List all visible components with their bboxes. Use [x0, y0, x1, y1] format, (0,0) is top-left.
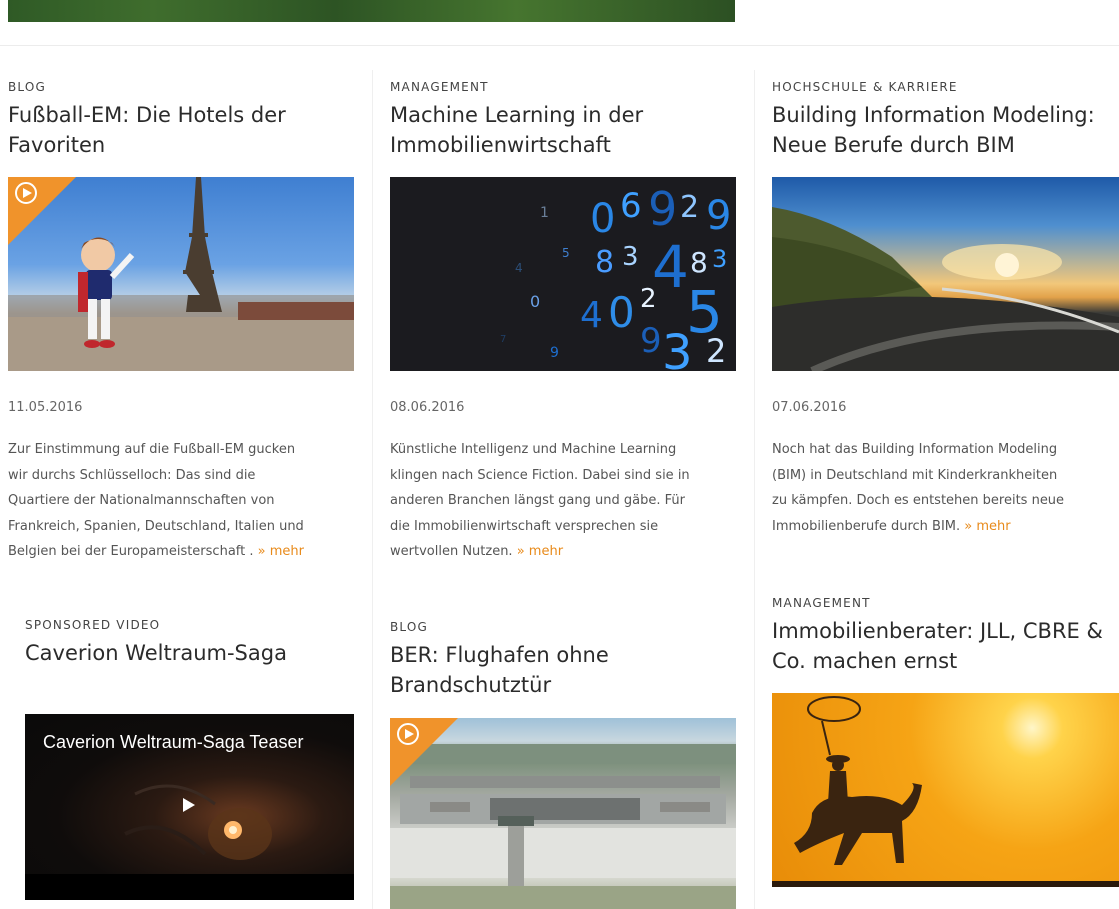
svg-text:4: 4: [652, 233, 689, 301]
cowboy-sunset-image[interactable]: [772, 693, 1119, 887]
article-title-line[interactable]: Brandschutztür: [390, 670, 740, 700]
article-category[interactable]: BLOG: [390, 620, 740, 634]
svg-text:4: 4: [515, 261, 523, 275]
article-title-line[interactable]: Immobilienwirtschaft: [390, 130, 740, 160]
svg-text:9: 9: [648, 182, 677, 236]
road-sunset-image[interactable]: [772, 177, 1119, 371]
video-badge-icon: [390, 718, 458, 786]
svg-text:0: 0: [530, 292, 540, 311]
read-more-link[interactable]: » mehr: [964, 519, 1010, 534]
article-title-line[interactable]: Fußball-EM: Die Hotels der: [8, 100, 358, 130]
section-divider: [0, 45, 1119, 46]
article-title[interactable]: BER: Flughafen ohne Brandschutztür: [390, 640, 740, 700]
svg-text:9: 9: [706, 193, 731, 239]
video-player[interactable]: Caverion Weltraum-Saga Teaser: [25, 714, 354, 900]
svg-text:5: 5: [562, 246, 570, 260]
svg-text:3: 3: [712, 245, 727, 273]
excerpt-line: Noch hat das Building Information Modeli…: [772, 442, 1058, 457]
article-title-line[interactable]: Neue Berufe durch BIM: [772, 130, 1119, 160]
article-title-line[interactable]: BER: Flughafen ohne: [390, 640, 740, 670]
video-title[interactable]: Caverion Weltraum-Saga Teaser: [43, 732, 303, 753]
article-date: 11.05.2016: [8, 400, 83, 415]
article-excerpt: Noch hat das Building Information Modeli…: [772, 437, 1119, 539]
svg-text:9: 9: [640, 321, 662, 361]
svg-text:0: 0: [608, 288, 635, 337]
excerpt-line: Zur Einstimmung auf die Fußball-EM gucke…: [8, 442, 296, 457]
play-icon[interactable]: [183, 798, 195, 812]
video-badge-icon: [8, 177, 76, 245]
digital-numbers-image[interactable]: 0 6 9 2 9 8 3 4 8 3 4 0 2 5 9 3 2 1 5 0 …: [390, 177, 736, 371]
excerpt-line: anderen Branchen längst gang und gäbe. F…: [390, 493, 685, 508]
excerpt-line: Quartiere der Nationalmannschaften von: [8, 493, 275, 508]
article-title-line[interactable]: Favoriten: [8, 130, 358, 160]
article-title-line[interactable]: Co. machen ernst: [772, 646, 1119, 676]
article-card[interactable]: BLOG Fußball-EM: Die Hotels der Favorite…: [8, 80, 358, 160]
read-more-link[interactable]: » mehr: [517, 544, 563, 559]
excerpt-line: wir durchs Schlüsselloch: Das sind die: [8, 467, 256, 483]
article-card[interactable]: MANAGEMENT Machine Learning in der Immob…: [390, 80, 740, 160]
svg-text:3: 3: [622, 242, 639, 272]
article-title-line[interactable]: Immobilienberater: JLL, CBRE &: [772, 616, 1119, 646]
article-card[interactable]: MANAGEMENT Immobilienberater: JLL, CBRE …: [772, 596, 1119, 676]
article-title-line[interactable]: Machine Learning in der: [390, 100, 740, 130]
article-card[interactable]: SPONSORED VIDEO Caverion Weltraum-Saga: [25, 618, 355, 668]
excerpt-line: klingen nach Science Fiction. Dabei sind…: [390, 467, 690, 483]
article-date: 08.06.2016: [390, 400, 465, 415]
excerpt-line: Belgien bei der Europameisterschaft .: [8, 544, 254, 559]
svg-text:6: 6: [620, 186, 642, 226]
svg-text:8: 8: [690, 246, 708, 279]
article-title[interactable]: Caverion Weltraum-Saga: [25, 638, 355, 668]
excerpt-line: die Immobilienwirtschaft versprechen sie: [390, 518, 659, 534]
article-category[interactable]: SPONSORED VIDEO: [25, 618, 355, 632]
excerpt-line: zu kämpfen. Doch es entstehen bereits ne…: [772, 493, 1065, 508]
article-category[interactable]: MANAGEMENT: [390, 80, 740, 94]
article-title[interactable]: Fußball-EM: Die Hotels der Favoriten: [8, 100, 358, 160]
column-divider: [372, 70, 373, 909]
article-card[interactable]: BLOG BER: Flughafen ohne Brandschutztür: [390, 620, 740, 700]
article-card[interactable]: HOCHSCHULE & KARRIERE Building Informati…: [772, 80, 1119, 160]
svg-text:4: 4: [580, 295, 603, 336]
read-more-link[interactable]: » mehr: [258, 544, 304, 559]
svg-text:2: 2: [706, 332, 726, 370]
article-category[interactable]: MANAGEMENT: [772, 596, 1119, 610]
article-excerpt: Künstliche Intelligenz und Machine Learn…: [390, 437, 745, 565]
article-title[interactable]: Immobilienberater: JLL, CBRE & Co. mache…: [772, 616, 1119, 676]
article-title-line[interactable]: Building Information Modeling:: [772, 100, 1119, 130]
article-title[interactable]: Building Information Modeling: Neue Beru…: [772, 100, 1119, 160]
article-excerpt: Zur Einstimmung auf die Fußball-EM gucke…: [8, 437, 363, 565]
svg-text:2: 2: [680, 190, 699, 225]
article-category[interactable]: BLOG: [8, 80, 358, 94]
article-title[interactable]: Machine Learning in der Immobilienwirtsc…: [390, 100, 740, 160]
article-date: 07.06.2016: [772, 400, 847, 415]
article-category[interactable]: HOCHSCHULE & KARRIERE: [772, 80, 1119, 94]
svg-text:0: 0: [590, 196, 615, 242]
article-title-line[interactable]: Caverion Weltraum-Saga: [25, 638, 355, 668]
svg-text:1: 1: [540, 205, 549, 221]
hero-image-strip[interactable]: [8, 0, 735, 22]
column-divider: [754, 70, 755, 909]
excerpt-line: (BIM) in Deutschland mit Kinderkrankheit…: [772, 467, 1058, 483]
svg-text:2: 2: [640, 284, 657, 314]
svg-text:7: 7: [500, 334, 506, 345]
excerpt-line: Immobilienberufe durch BIM.: [772, 518, 961, 534]
airport-aerial-image[interactable]: [390, 718, 736, 909]
excerpt-line: Frankreich, Spanien, Deutschland, Italie…: [8, 518, 304, 534]
excerpt-line: wertvollen Nutzen.: [390, 544, 513, 559]
eiffel-tower-mascot-image[interactable]: [8, 177, 354, 371]
svg-text:9: 9: [550, 345, 559, 361]
excerpt-line: Künstliche Intelligenz und Machine Learn…: [390, 442, 677, 457]
svg-text:8: 8: [595, 245, 614, 280]
svg-text:3: 3: [662, 325, 693, 371]
